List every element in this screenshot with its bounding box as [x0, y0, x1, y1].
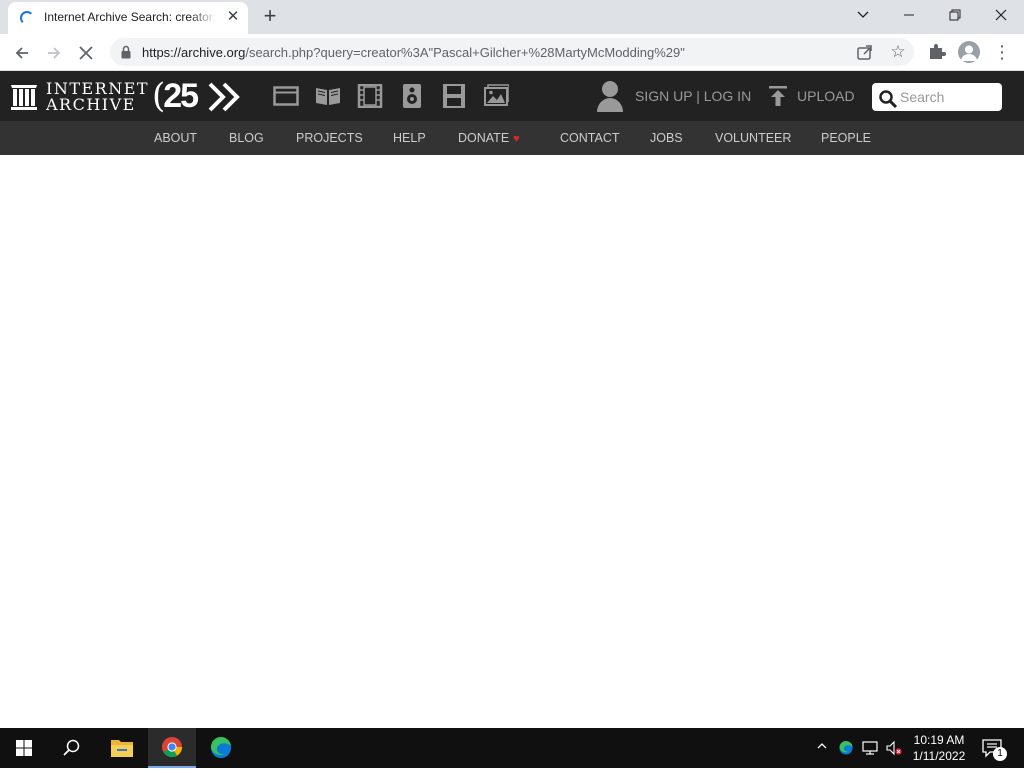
close-icon [79, 46, 93, 60]
arrow-left-icon [15, 47, 28, 59]
edge-tray-icon[interactable] [838, 740, 854, 756]
window-close-button[interactable] [978, 0, 1024, 30]
chrome-icon [162, 737, 183, 758]
windows-taskbar: 10:19 AM 1/11/2022 1 [0, 728, 1024, 768]
nav-jobs-link[interactable]: JOBS [650, 131, 683, 145]
browser-menu-icon[interactable]: ⋮ [992, 40, 1012, 64]
nav-blog-link[interactable]: BLOG [229, 131, 264, 145]
system-clock[interactable]: 10:19 AM 1/11/2022 [906, 732, 972, 764]
back-button[interactable] [8, 39, 36, 67]
nav-volunteer-link[interactable]: VOLUNTEER [715, 131, 791, 145]
tab-close-icon[interactable]: ✕ [224, 8, 242, 26]
nav-people-link[interactable]: PEOPLE [821, 131, 871, 145]
ia-wordmark-line2: ARCHIVE [46, 95, 136, 114]
video-icon[interactable] [357, 84, 383, 108]
heart-icon: ♥ [513, 133, 520, 145]
url-text[interactable]: https://archive.org/search.php?query=cre… [142, 45, 685, 60]
browser-tab[interactable]: Internet Archive Search: creator:"Pascal… [8, 2, 248, 34]
url-host: https://archive.org [142, 45, 246, 60]
taskbar-search-button[interactable] [48, 728, 96, 768]
ia-building-icon [11, 85, 37, 110]
clock-time: 10:19 AM [913, 733, 965, 747]
ia-secondary-navigation: ABOUT BLOG PROJECTS HELP DONATE ♥ CONTACT… [0, 121, 1024, 155]
window-minimize-button[interactable] [886, 0, 932, 30]
lock-icon[interactable] [121, 45, 131, 59]
chrome-taskbar-button[interactable] [148, 728, 196, 768]
file-explorer-button[interactable] [98, 728, 146, 768]
ia-logo[interactable]: INTERNET ARCHIVE [10, 79, 148, 114]
start-button[interactable] [0, 728, 48, 768]
profile-avatar-icon[interactable] [958, 41, 980, 63]
forward-button[interactable] [40, 39, 68, 67]
software-icon[interactable] [441, 84, 467, 108]
ia-search-box[interactable] [872, 83, 1002, 111]
network-icon[interactable] [862, 740, 878, 756]
nav-about-link[interactable]: ABOUT [154, 131, 197, 145]
loading-spinner-icon [20, 11, 34, 25]
notification-count-badge: 1 [993, 747, 1007, 761]
web-icon[interactable] [273, 84, 299, 108]
nav-donate-label: DONATE [458, 131, 510, 145]
stop-loading-button[interactable] [72, 39, 100, 67]
edge-icon [210, 736, 231, 758]
nav-donate-link[interactable]: DONATE ♥ [458, 131, 520, 145]
new-tab-button[interactable]: + [258, 4, 282, 28]
folder-icon [111, 740, 133, 757]
show-hidden-icons-chevron-icon[interactable] [814, 740, 830, 756]
ia-25-arrows-icon [208, 82, 240, 112]
browser-toolbar: https://archive.org/search.php?query=cre… [0, 34, 1024, 71]
browser-titlebar: Internet Archive Search: creator:"Pascal… [0, 0, 1024, 34]
volume-muted-icon[interactable] [886, 740, 902, 756]
texts-icon[interactable] [315, 84, 341, 108]
nav-projects-link[interactable]: PROJECTS [296, 131, 363, 145]
nav-contact-link[interactable]: CONTACT [560, 131, 620, 145]
page-content-area [0, 155, 1024, 728]
window-restore-button[interactable] [932, 0, 978, 30]
ia-25th-anniversary-logo[interactable]: (25 [152, 77, 199, 115]
audio-icon[interactable] [399, 84, 425, 108]
extensions-puzzle-icon[interactable] [926, 40, 948, 62]
search-icon[interactable] [878, 89, 898, 109]
clock-date: 1/11/2022 [912, 749, 966, 763]
ia-25-text: 25 [163, 77, 199, 115]
arrow-right-icon [48, 47, 61, 59]
bookmark-star-icon[interactable]: ☆ [887, 41, 909, 63]
upload-link[interactable]: UPLOAD [797, 88, 855, 104]
signup-login-link[interactable]: SIGN UP | LOG IN [635, 88, 751, 104]
search-input[interactable] [900, 87, 996, 107]
ia-top-navigation: INTERNET ARCHIVE (25 SIGN UP | LOG IN UP… [0, 71, 1024, 121]
windows-logo-icon [16, 740, 32, 756]
share-icon[interactable] [855, 42, 875, 62]
edge-taskbar-button[interactable] [197, 728, 245, 768]
user-icon[interactable] [596, 80, 624, 112]
url-path: /search.php?query=creator%3A"Pascal+Gilc… [245, 45, 685, 60]
nav-help-link[interactable]: HELP [393, 131, 426, 145]
tab-title: Internet Archive Search: creator:"Pascal… [44, 10, 216, 24]
address-bar[interactable]: https://archive.org/search.php?query=cre… [110, 38, 914, 66]
images-icon[interactable] [483, 84, 509, 108]
tab-search-button[interactable] [840, 0, 886, 30]
upload-icon[interactable] [768, 85, 788, 107]
search-icon [63, 739, 80, 756]
